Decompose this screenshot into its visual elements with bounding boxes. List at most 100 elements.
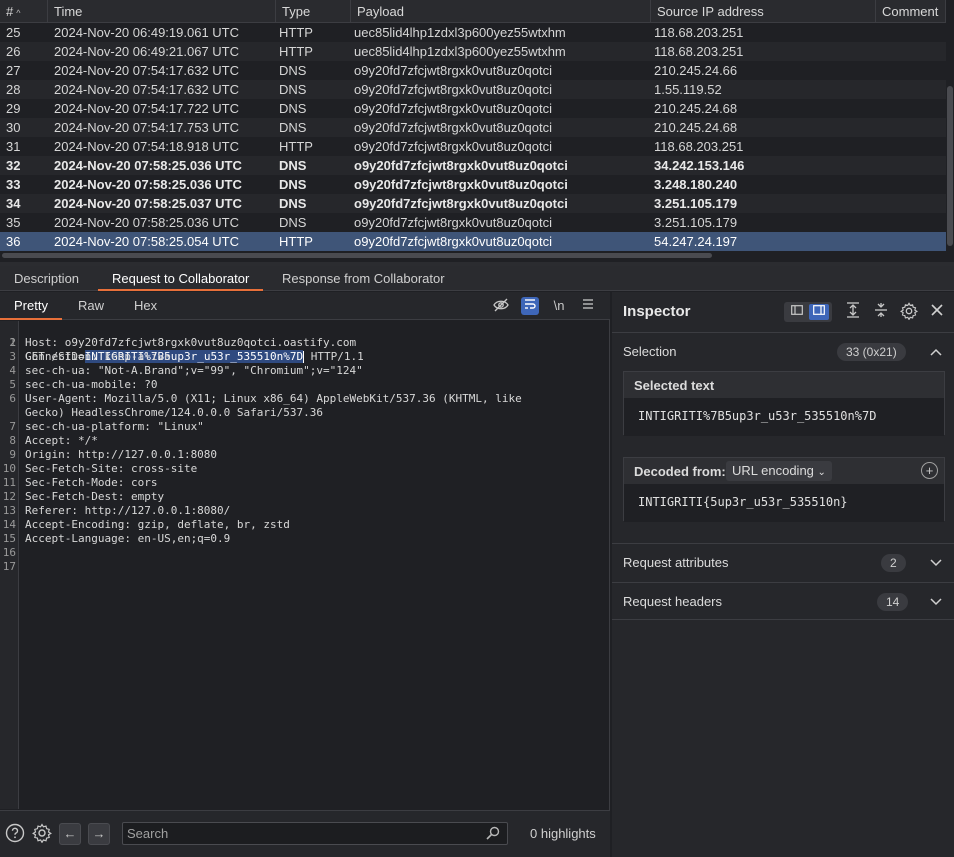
- scrollbar-thumb[interactable]: [2, 253, 712, 258]
- code-line: 6 User-Agent: Mozilla/5.0 (X11; Linux x86…: [0, 392, 608, 406]
- cell-time: 2024-Nov-20 07:54:17.632 UTC: [54, 63, 240, 78]
- table-row[interactable]: 28 2024-Nov-20 07:54:17.632 UTC DNS o9y20fd…: [0, 80, 946, 99]
- cell-time: 2024-Nov-20 06:49:21.067 UTC: [54, 44, 240, 59]
- tab-pretty[interactable]: Pretty: [0, 292, 62, 320]
- chevron-down-icon[interactable]: [928, 554, 944, 572]
- table-horizontal-scrollbar[interactable]: [0, 252, 946, 260]
- next-match-button[interactable]: →: [88, 823, 110, 845]
- cell-num: 36: [6, 234, 21, 249]
- settings-gear-icon[interactable]: [31, 823, 53, 845]
- chevron-up-icon[interactable]: [928, 343, 944, 361]
- column-header-payload[interactable]: Payload: [351, 0, 651, 23]
- line-number: 3: [9, 350, 16, 363]
- line-number: 17: [2, 560, 16, 573]
- add-decoding-icon[interactable]: +: [921, 462, 938, 479]
- cell-type: DNS: [279, 63, 307, 78]
- table-row[interactable]: 30 2024-Nov-20 07:54:17.753 UTC DNS o9y20fd…: [0, 118, 946, 137]
- cell-time: 2024-Nov-20 07:58:25.036 UTC: [54, 177, 242, 192]
- line-number: 5: [9, 378, 16, 391]
- search-input[interactable]: [127, 824, 477, 843]
- cell-ip: 54.247.24.197: [654, 234, 738, 249]
- cell-ip: 118.68.203.251: [654, 139, 744, 154]
- table-row[interactable]: 35 2024-Nov-20 07:58:25.036 UTC DNS o9y20fd…: [0, 213, 946, 232]
- table-row[interactable]: 34 2024-Nov-20 07:58:25.037 UTC DNS o9y20fd…: [0, 194, 946, 213]
- cell-num: 33: [6, 177, 21, 192]
- line-number: 7: [9, 420, 16, 433]
- cell-type: DNS: [279, 177, 307, 192]
- help-icon[interactable]: [4, 823, 26, 845]
- cell-payload: o9y20fd7zfcjwt8rgxk0vut8uz0qotci: [354, 82, 553, 97]
- line-text: Connection: keep-alive: [25, 350, 171, 363]
- menu-icon[interactable]: [579, 297, 597, 315]
- table-vertical-scrollbar[interactable]: [946, 0, 954, 262]
- search-icon[interactable]: [485, 826, 501, 842]
- cell-type: DNS: [279, 158, 307, 173]
- line-number: 12: [2, 490, 16, 503]
- request-attributes-label: Request attributes: [623, 555, 729, 570]
- tab-description[interactable]: Description: [0, 266, 93, 291]
- line-text: Origin: http://127.0.0.1:8080: [25, 448, 218, 461]
- tab-raw[interactable]: Raw: [64, 292, 118, 320]
- layout-toggle[interactable]: [784, 302, 832, 322]
- previous-match-button[interactable]: ←: [59, 823, 81, 845]
- column-header-time[interactable]: Time: [48, 0, 276, 23]
- scrollbar-thumb[interactable]: [947, 86, 953, 246]
- close-icon[interactable]: [927, 302, 947, 322]
- selected-text-body[interactable]: INTIGRITI%7B5up3r_u53r_535510n%7D: [624, 398, 944, 436]
- table-row[interactable]: 25 2024-Nov-20 06:49:19.061 UTC HTTP uec85l…: [0, 23, 946, 42]
- tab-request-to-collaborator[interactable]: Request to Collaborator: [98, 266, 264, 291]
- table-row[interactable]: 26 2024-Nov-20 06:49:21.067 UTC HTTP uec85l…: [0, 42, 946, 61]
- cell-time: 2024-Nov-20 07:54:18.918 UTC: [54, 139, 240, 154]
- cell-comment: [879, 156, 945, 175]
- line-text: Accept-Language: en-US,en;q=0.9: [25, 532, 231, 545]
- code-line: 4 sec-ch-ua: "Not-A.Brand";v="99", "Chrom…: [0, 364, 608, 378]
- tab-response-from-collaborator[interactable]: Response from Collaborator: [268, 266, 459, 291]
- selected-text-header: Selected text: [624, 372, 944, 398]
- cell-ip: 34.242.153.146: [654, 158, 745, 173]
- sort-ascending-icon: ^: [16, 8, 21, 18]
- code-line: 8 Accept: */*: [0, 434, 608, 448]
- cell-type: DNS: [279, 196, 307, 211]
- newline-toggle-icon[interactable]: \n: [550, 297, 568, 315]
- selection-section-header[interactable]: Selection 33 (0x21): [612, 332, 954, 370]
- table-row[interactable]: 36 2024-Nov-20 07:58:25.054 UTC HTTP o9y20f…: [0, 232, 946, 251]
- table-row[interactable]: 27 2024-Nov-20 07:54:17.632 UTC DNS o9y20fd…: [0, 61, 946, 80]
- layout-horizontal-icon[interactable]: [787, 304, 807, 320]
- line-number: 16: [2, 546, 16, 559]
- selection-label: Selection: [623, 344, 677, 359]
- tab-hex[interactable]: Hex: [120, 292, 171, 320]
- line-number: 9: [9, 448, 16, 461]
- code-line: 3 Connection: keep-alive: [0, 350, 608, 364]
- encoding-select[interactable]: URL encoding ⌄: [726, 461, 832, 481]
- request-headers-section[interactable]: Request headers 14: [612, 582, 954, 620]
- layout-vertical-icon[interactable]: [809, 304, 829, 320]
- detail-tabbar: Description Request to Collaborator Resp…: [0, 266, 954, 291]
- expand-all-icon[interactable]: [843, 302, 863, 322]
- column-header-source-ip[interactable]: Source IP address: [651, 0, 876, 23]
- inspector-settings-gear-icon[interactable]: [899, 302, 919, 322]
- column-header-type[interactable]: Type: [276, 0, 351, 23]
- request-attributes-section[interactable]: Request attributes 2: [612, 543, 954, 581]
- interactions-table: # ^ Time Type Payload Source IP address C…: [0, 0, 954, 262]
- decoded-body[interactable]: INTIGRITI{5up3r_u53r_535510n}: [624, 484, 944, 522]
- line-text: Gecko) HeadlessChrome/124.0.0.0 Safari/5…: [25, 406, 324, 419]
- table-row[interactable]: 32 2024-Nov-20 07:58:25.036 UTC DNS o9y20fd…: [0, 156, 946, 175]
- editor-toolbar: Pretty Raw Hex \n: [0, 292, 610, 320]
- cell-num: 32: [6, 158, 21, 173]
- column-header-comment[interactable]: Comment: [876, 0, 946, 23]
- chevron-down-icon[interactable]: [928, 593, 944, 611]
- word-wrap-icon[interactable]: [521, 297, 539, 315]
- code-line: 16: [0, 546, 608, 560]
- table-row[interactable]: 29 2024-Nov-20 07:54:17.722 UTC DNS o9y20fd…: [0, 99, 946, 118]
- hide-nonprintable-icon[interactable]: [492, 297, 510, 315]
- cell-type: DNS: [279, 120, 307, 135]
- column-header-number[interactable]: # ^: [0, 0, 48, 23]
- table-row[interactable]: 33 2024-Nov-20 07:58:25.036 UTC DNS o9y20fd…: [0, 175, 946, 194]
- table-row[interactable]: 31 2024-Nov-20 07:54:18.918 UTC HTTP o9y20f…: [0, 137, 946, 156]
- cell-num: 35: [6, 215, 21, 230]
- cell-ip: 1.55.119.52: [654, 82, 722, 97]
- code-line: 13 Referer: http://127.0.0.1:8080/: [0, 504, 608, 518]
- cell-comment: [879, 118, 945, 137]
- collapse-all-icon[interactable]: [871, 302, 891, 322]
- cell-payload: o9y20fd7zfcjwt8rgxk0vut8uz0qotci: [354, 234, 553, 249]
